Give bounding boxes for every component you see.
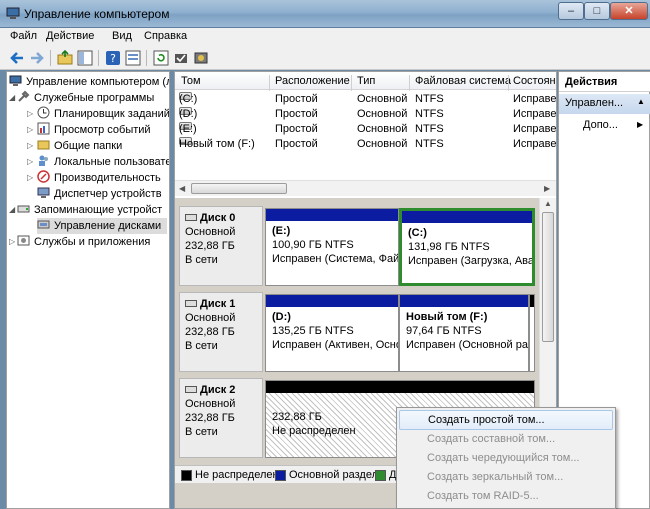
legend-swatch-unallocated (181, 470, 192, 481)
device-manager-icon (37, 186, 50, 199)
menu-item-new-simple-volume[interactable]: Создать простой том... (399, 410, 613, 430)
disk-icon (185, 214, 197, 221)
up-folder-icon[interactable] (56, 49, 74, 67)
disk-icon (185, 300, 197, 307)
disk-check-icon[interactable] (172, 49, 190, 67)
tree-item-disk-management[interactable]: Управление дисками (37, 218, 167, 234)
tree-item-storage[interactable]: Запоминающие устройст (17, 202, 162, 218)
computer-management-icon (9, 74, 22, 87)
menu-file[interactable]: Файл (10, 30, 37, 42)
menu-help[interactable]: Справка (144, 30, 187, 42)
back-arrow-icon[interactable] (8, 49, 26, 67)
show-hide-tree-icon[interactable] (76, 49, 94, 67)
col-header-volume[interactable]: Том (181, 75, 201, 87)
disk-icon (185, 386, 197, 393)
legend-label-unallocated: Не распределен (195, 469, 279, 481)
partition-overflow (529, 294, 535, 372)
disk-settings-icon[interactable] (192, 49, 210, 67)
tree-item-system-tools[interactable]: Служебные программы (17, 90, 154, 106)
tree-item-task-scheduler[interactable]: Планировщик заданий (37, 106, 169, 122)
window-title: Управление компьютером (24, 7, 170, 21)
expand-arrow-icon[interactable]: ▷ (9, 234, 15, 250)
disk-1-label[interactable]: Диск 1 Основной 232,88 ГБ В сети (179, 292, 263, 372)
title-bar: Управление компьютером – □ ✕ (0, 0, 650, 28)
scroll-left-icon[interactable]: ◀ (179, 184, 185, 193)
disk-2-label[interactable]: Диск 2 Основной 232,88 ГБ В сети (179, 378, 263, 458)
col-header-type[interactable]: Тип (357, 75, 375, 87)
expand-arrow-icon[interactable]: ▷ (27, 138, 33, 154)
expand-arrow-icon[interactable]: ▷ (27, 170, 33, 186)
legend-swatch-other (375, 470, 386, 481)
horizontal-scrollbar[interactable]: ◀ ▶ (175, 180, 556, 196)
actions-section-disk-management[interactable]: Управлен... ▲ (559, 94, 650, 114)
help-icon[interactable]: ? (104, 49, 122, 67)
computer-management-icon (6, 6, 20, 20)
tree-item-event-viewer[interactable]: Просмотр событий (37, 122, 151, 138)
volume-list-header: Том Расположение Тип Файловая система Со… (175, 72, 556, 91)
volume-row[interactable]: Новый том (F:) Простой Основной NTFS Исп… (175, 137, 556, 152)
expand-arrow-icon[interactable]: ▷ (27, 106, 33, 122)
scrollbar-thumb[interactable] (542, 212, 554, 342)
performance-icon (37, 170, 50, 183)
storage-icon (17, 202, 30, 215)
partition-e[interactable]: (E:) 100,90 ГБ NTFS Исправен (Система, Ф… (265, 208, 399, 286)
legend-label-primary: Основной раздел (289, 469, 378, 481)
volume-row[interactable]: (E:) Простой Основной NTFS Исправе (175, 122, 556, 137)
close-button[interactable]: ✕ (610, 2, 648, 20)
event-viewer-icon (37, 122, 50, 135)
folder-icon (37, 138, 50, 151)
services-icon (17, 234, 30, 247)
menu-item-new-striped-volume: Создать чередующийся том... (427, 452, 580, 464)
navigation-tree: Управление компьютером (л ◢ Служебные пр… (6, 71, 170, 509)
disk-management-icon (37, 218, 50, 231)
partition-f[interactable]: Новый том (F:) 97,64 ГБ NTFS Исправен (О… (399, 294, 529, 372)
menu-item-new-mirrored-volume: Создать зеркальный том... (427, 471, 564, 483)
menu-bar: Файл Действие Вид Справка (0, 28, 650, 46)
tree-item-performance[interactable]: Производительность (37, 170, 161, 186)
forward-arrow-icon[interactable] (28, 49, 46, 67)
col-header-layout[interactable]: Расположение (275, 75, 350, 87)
menu-item-new-spanned-volume: Создать составной том... (427, 433, 556, 445)
actions-title: Действия (559, 72, 650, 92)
scroll-right-icon[interactable]: ▶ (544, 184, 550, 193)
menu-item-new-raid5-volume: Создать том RAID-5... (427, 490, 539, 502)
volume-row[interactable]: (C:) Простой Основной NTFS Исправе (175, 92, 556, 107)
expand-arrow-icon[interactable]: ▷ (27, 154, 33, 170)
volume-row[interactable]: (D:) Простой Основной NTFS Исправе (175, 107, 556, 122)
scrollbar-thumb[interactable] (191, 183, 287, 194)
clock-icon (37, 106, 50, 119)
tools-icon (17, 90, 30, 103)
tree-item-services-apps[interactable]: Службы и приложения (17, 234, 150, 250)
menu-view[interactable]: Вид (112, 30, 132, 42)
maximize-button[interactable]: □ (584, 2, 610, 20)
svg-text:?: ? (110, 52, 116, 65)
refresh-icon[interactable] (152, 49, 170, 67)
collapse-up-icon[interactable]: ▲ (637, 97, 645, 106)
scroll-up-icon[interactable]: ▲ (544, 199, 552, 208)
tree-item-device-manager[interactable]: Диспетчер устройств (37, 186, 162, 202)
toolbar: ? (0, 46, 650, 70)
minimize-button[interactable]: – (558, 2, 584, 20)
partition-c[interactable]: (C:) 131,98 ГБ NTFS Исправен (Загрузка, … (399, 208, 535, 286)
tree-item-shared-folders[interactable]: Общие папки (37, 138, 122, 154)
tree-item-computer-management[interactable]: Управление компьютером (л (9, 74, 169, 90)
submenu-arrow-icon: ▶ (637, 120, 644, 129)
disk-0-label[interactable]: Диск 0 Основной 232,88 ГБ В сети (179, 206, 263, 286)
users-icon (37, 154, 50, 167)
col-header-status[interactable]: Состоян (513, 75, 556, 87)
expand-arrow-icon[interactable]: ▷ (27, 122, 33, 138)
collapse-arrow-icon[interactable]: ◢ (9, 90, 15, 106)
partition-d[interactable]: (D:) 135,25 ГБ NTFS Исправен (Активен, О… (265, 294, 399, 372)
col-header-filesystem[interactable]: Файловая система (415, 75, 511, 87)
collapse-arrow-icon[interactable]: ◢ (9, 202, 15, 218)
properties-icon[interactable] (124, 49, 142, 67)
legend-swatch-primary (275, 470, 286, 481)
context-menu: Создать простой том... Создать составной… (396, 407, 616, 509)
actions-more[interactable]: Допо... ▶ (559, 116, 650, 136)
tree-item-local-users[interactable]: Локальные пользовате (37, 154, 169, 170)
menu-action[interactable]: Действие (46, 30, 94, 42)
